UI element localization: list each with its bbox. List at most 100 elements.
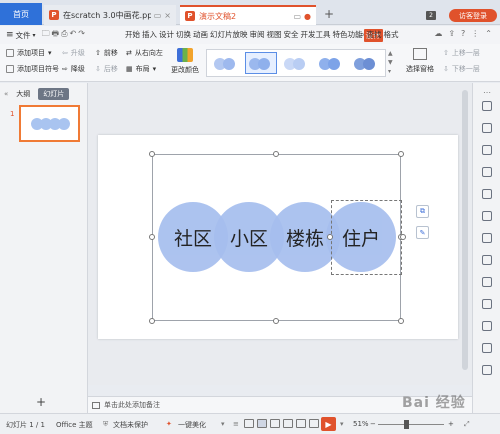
menu-item[interactable]: 开始 — [124, 29, 141, 42]
tab-monitor-icon[interactable]: ▭ — [154, 11, 162, 20]
gallery-expand-icon[interactable]: ▾ — [388, 68, 393, 75]
resize-handle[interactable] — [398, 318, 404, 324]
help-panel-icon[interactable] — [482, 365, 492, 375]
shape-handle[interactable] — [400, 234, 406, 240]
zoom-out-button[interactable]: − — [370, 420, 376, 428]
menu-item[interactable]: 设计 — [158, 29, 175, 42]
downgrade-button[interactable]: ⇨ 降级 — [62, 64, 85, 74]
guest-login-button[interactable]: 访客登录 — [449, 9, 497, 22]
document-tab-2[interactable]: P 演示文稿2 ▭ ● — [180, 5, 316, 25]
resize-handle[interactable] — [273, 151, 279, 157]
home-icon[interactable] — [482, 101, 492, 111]
layout-options-icon[interactable]: ⧉ — [416, 205, 429, 218]
resize-handle[interactable] — [149, 151, 155, 157]
menu-item[interactable]: 切换 — [175, 29, 192, 42]
quick-access-toolbar[interactable]: 🗀🖶⎙↶↷ — [42, 28, 87, 42]
presenter-view-icon[interactable] — [296, 419, 306, 428]
smartart-style-option[interactable] — [315, 52, 347, 74]
normal-view-icon[interactable] — [244, 419, 254, 428]
document-protection[interactable]: 文档未保护 — [113, 420, 148, 430]
upgrade-button[interactable]: ⇦ 升级 — [62, 48, 85, 58]
chevron-down-icon[interactable]: ▾ — [221, 420, 225, 428]
help-icon[interactable]: ? — [461, 29, 465, 38]
animation-icon[interactable] — [482, 321, 492, 331]
layout-button[interactable]: ▦ 布局 ▾ — [126, 64, 156, 74]
slide[interactable]: 社区 小区 楼栋 住户 ⧉ ✎ — [98, 135, 458, 339]
menu-item[interactable]: 视图 — [266, 29, 283, 42]
selected-shape-outline[interactable] — [331, 200, 402, 275]
menu-item[interactable]: 格式 — [383, 29, 400, 42]
chevron-down-icon[interactable]: ▼ — [388, 59, 393, 66]
smartart-style-option[interactable] — [280, 52, 312, 74]
menu-item[interactable]: 审阅 — [249, 29, 266, 42]
zoom-slider[interactable] — [378, 424, 444, 425]
unsaved-dot-icon[interactable]: ● — [304, 12, 311, 21]
menu-item[interactable]: 开发工具 — [300, 29, 332, 42]
chart-icon[interactable] — [482, 255, 492, 265]
window-count-badge[interactable]: 2 — [426, 11, 436, 20]
slide-thumbnail[interactable] — [19, 105, 80, 142]
collapse-panel-icon[interactable]: « — [4, 90, 8, 98]
add-item-button[interactable]: 添加项目 ▾ — [6, 48, 52, 58]
resize-handle[interactable] — [398, 151, 404, 157]
location-icon[interactable] — [482, 167, 492, 177]
smartart-style-option[interactable] — [350, 52, 382, 74]
tab-close-icon[interactable]: × — [164, 11, 171, 20]
reading-view-icon[interactable] — [270, 419, 280, 428]
edit-pen-icon[interactable]: ✎ — [416, 226, 429, 239]
scrollbar-thumb[interactable] — [462, 90, 468, 370]
document-tab-1[interactable]: P 在scratch 3.0中画花.pptx ▭ × — [44, 5, 176, 25]
menu-item[interactable]: 插入 — [141, 29, 158, 42]
shape-icon[interactable] — [482, 123, 492, 133]
resize-handle[interactable] — [149, 318, 155, 324]
settings-icon[interactable] — [482, 299, 492, 309]
home-tab[interactable]: 首页 — [0, 3, 42, 25]
one-click-beautify[interactable]: 一键美化 — [178, 420, 206, 430]
share-icon[interactable]: ⇪ — [448, 29, 455, 38]
move-up-button[interactable]: ⇧ 上移一层 — [443, 48, 480, 58]
tab-outline[interactable]: 大纲 — [16, 89, 30, 99]
list-view-icon[interactable] — [309, 419, 319, 428]
menu-item[interactable]: 安全 — [283, 29, 300, 42]
smartart-style-option[interactable] — [210, 52, 242, 74]
forward-button[interactable]: ⇧ 前移 — [95, 48, 118, 58]
file-menu[interactable]: ≡ 文件 ▾ — [6, 30, 36, 41]
transition-icon[interactable] — [482, 343, 492, 353]
zoom-in-button[interactable]: + — [448, 420, 454, 428]
add-bullet-button[interactable]: 添加项目符号 — [6, 64, 59, 74]
slide-sorter-icon[interactable] — [257, 419, 267, 428]
grid-icon[interactable] — [482, 211, 492, 221]
chevron-up-icon[interactable]: ▲ — [388, 50, 393, 57]
resize-handle[interactable] — [273, 318, 279, 324]
backward-button[interactable]: ⇩ 后移 — [95, 64, 118, 74]
tab-slides[interactable]: 幻灯片 — [38, 88, 70, 100]
star-icon[interactable] — [482, 277, 492, 287]
collapse-ribbon-icon[interactable]: ⌃ — [485, 29, 492, 38]
move-down-button[interactable]: ⇩ 下移一层 — [443, 64, 480, 74]
more-options-icon[interactable]: ⋯ — [483, 88, 491, 97]
select-pane-button[interactable]: 选择窗格 — [404, 48, 436, 74]
play-slideshow-button[interactable]: ▶ — [321, 417, 336, 431]
chevron-down-icon[interactable]: ▾ — [340, 420, 344, 428]
resize-handle[interactable] — [149, 234, 155, 240]
dropper-icon[interactable] — [482, 189, 492, 199]
table-icon[interactable] — [482, 233, 492, 243]
tab-monitor-icon[interactable]: ▭ — [293, 12, 301, 21]
menu-item[interactable]: 特色功能 — [332, 29, 364, 42]
properties-icon[interactable] — [482, 145, 492, 155]
smartart-style-option[interactable] — [245, 52, 277, 74]
gallery-scroll[interactable]: ▲ ▼ ▾ — [388, 50, 393, 75]
notes-toggle-icon[interactable]: ≡ — [233, 420, 239, 428]
shape-handle[interactable] — [327, 234, 333, 240]
grid-view-icon[interactable] — [283, 419, 293, 428]
search-menu[interactable]: ⌕ 查找 — [360, 29, 381, 40]
new-tab-button[interactable]: + — [324, 7, 334, 21]
zoom-slider-knob[interactable] — [404, 420, 409, 429]
add-slide-button[interactable]: + — [36, 395, 46, 409]
theme-name[interactable]: Office 主题 — [56, 420, 93, 430]
menu-item[interactable]: 幻灯片放映 — [209, 29, 249, 42]
vertical-scrollbar[interactable] — [462, 90, 468, 380]
cloud-icon[interactable]: ☁ — [434, 29, 442, 38]
right-to-left-button[interactable]: ⇄ 从右向左 — [126, 48, 163, 58]
fit-window-icon[interactable]: ⤢ — [464, 420, 470, 429]
